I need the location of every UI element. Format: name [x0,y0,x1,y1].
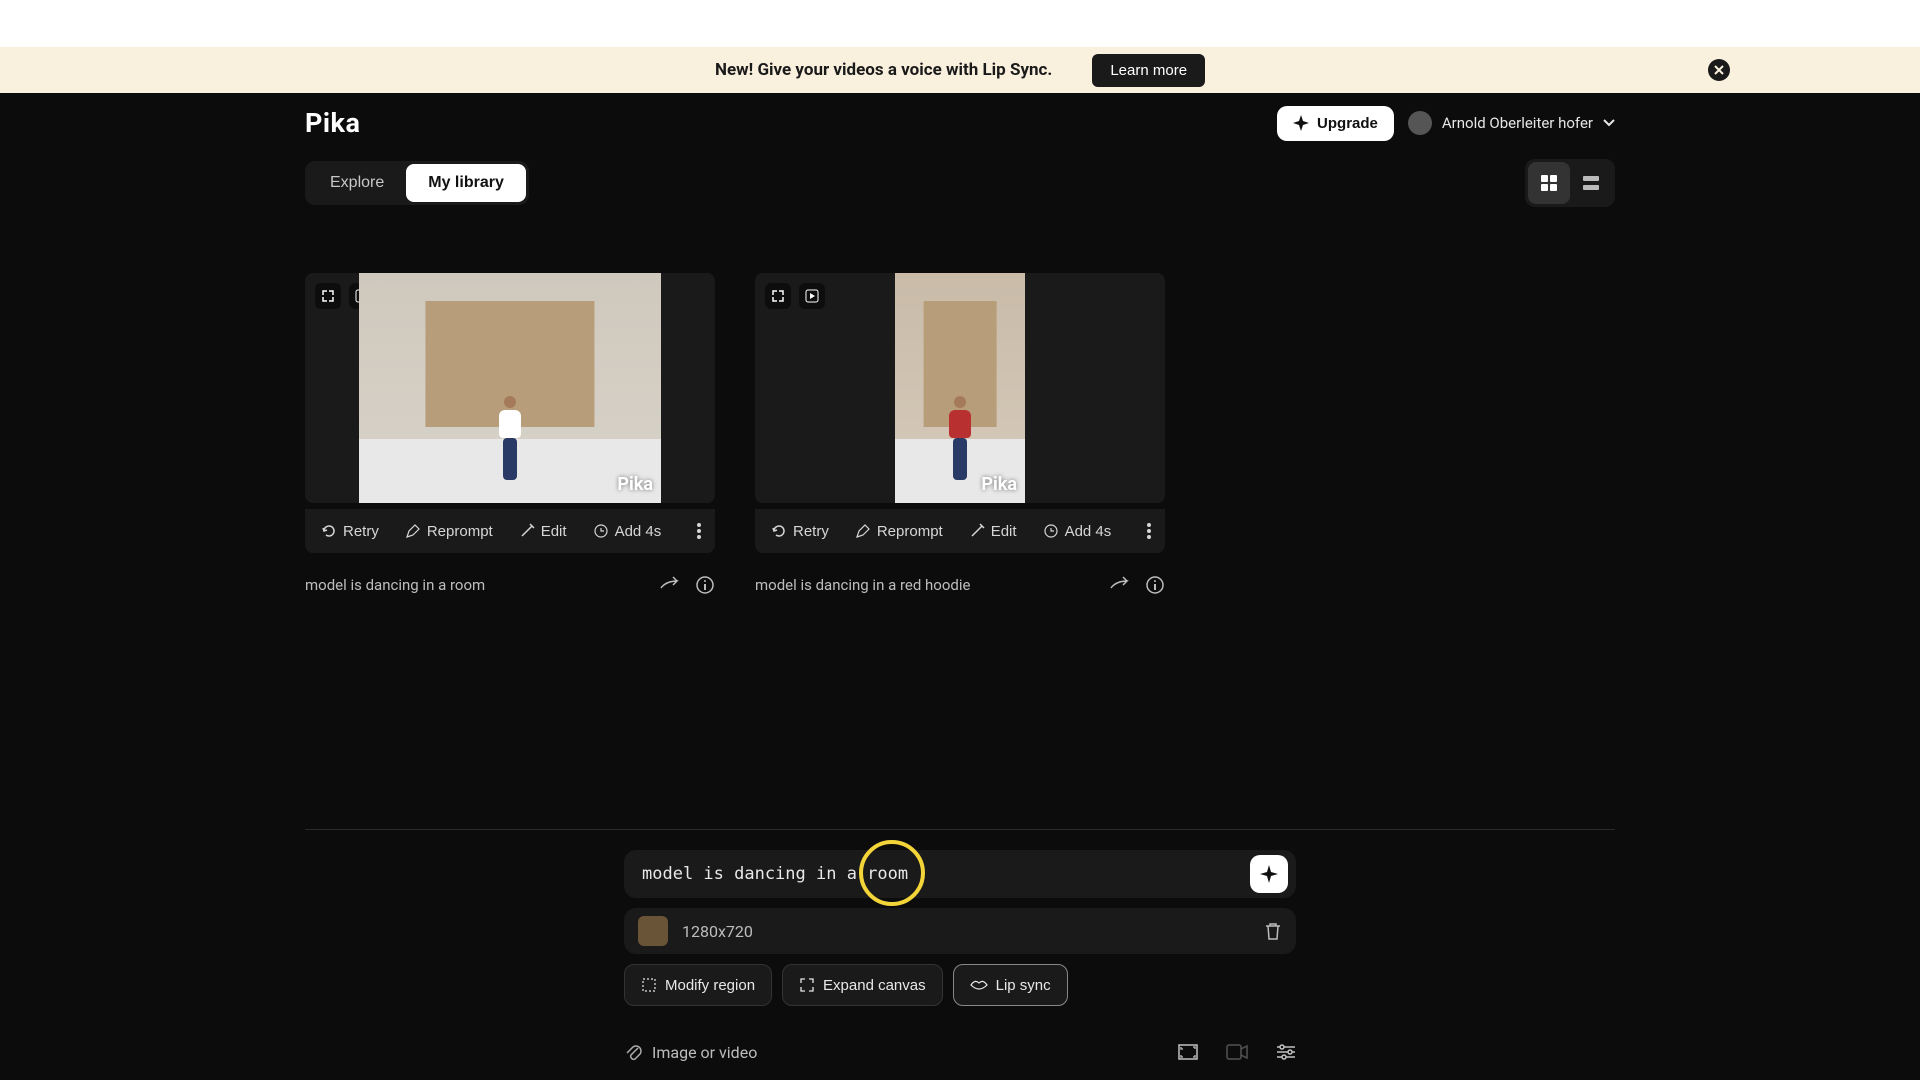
watermark: Pika [617,474,653,495]
watermark: Pika [981,474,1017,495]
prompt-row [624,850,1296,898]
retry-button[interactable]: Retry [759,515,841,548]
video-caption: model is dancing in a room [305,576,485,594]
expand-canvas-button[interactable]: Expand canvas [782,964,943,1006]
attachment-hint: Image or video [652,1043,757,1062]
avatar [1408,111,1432,135]
retry-icon [321,523,337,539]
expand-icon[interactable] [765,283,791,309]
prompt-input[interactable] [642,864,1250,884]
announcement-banner: New! Give your videos a voice with Lip S… [0,47,1920,93]
pencil-icon [405,523,421,539]
divider [305,829,1615,830]
settings-button[interactable] [1276,1043,1296,1061]
tab-my-library[interactable]: My library [406,164,526,202]
info-icon[interactable] [695,575,715,595]
video-caption: model is dancing in a red hoodie [755,576,970,594]
wand-icon [519,523,535,539]
info-icon[interactable] [1145,575,1165,595]
tab-explore[interactable]: Explore [308,164,406,202]
view-toggle [1525,159,1615,207]
edit-button[interactable]: Edit [957,515,1029,548]
username: Arnold Oberleiter hofer [1442,114,1593,132]
delete-reference-button[interactable] [1264,921,1282,941]
tools-row: Modify region Expand canvas Lip sync [624,964,1296,1006]
reference-row: 1280x720 [624,908,1296,954]
logo: Pika [305,107,360,139]
learn-more-button[interactable]: Learn more [1092,54,1205,87]
video-thumbnail[interactable]: Pika [305,273,715,503]
tab-switcher: Explore My library [305,161,529,205]
more-icon[interactable] [1137,515,1161,547]
chevron-down-icon [1603,119,1615,127]
list-view-button[interactable] [1570,162,1612,204]
add-4s-button[interactable]: Add 4s [1031,515,1124,548]
close-icon[interactable] [1708,59,1730,81]
camera-button[interactable] [1226,1044,1248,1060]
edit-button[interactable]: Edit [507,515,579,548]
clock-plus-icon [1043,523,1059,539]
share-icon[interactable] [659,575,679,595]
reprompt-button[interactable]: Reprompt [843,515,955,548]
list-icon [1582,174,1600,192]
grid-view-button[interactable] [1528,162,1570,204]
video-card: Pika Retry Reprompt [755,273,1165,595]
aspect-ratio-button[interactable] [1178,1044,1198,1060]
trash-icon [1264,921,1282,941]
submit-button[interactable] [1250,855,1288,893]
add-4s-button[interactable]: Add 4s [581,515,674,548]
retry-icon [771,523,787,539]
lips-icon [970,979,988,991]
share-icon[interactable] [1109,575,1129,595]
wand-icon [969,523,985,539]
grid-icon [1540,174,1558,192]
expand-icon[interactable] [315,283,341,309]
play-in-card-icon[interactable] [799,283,825,309]
reprompt-button[interactable]: Reprompt [393,515,505,548]
upgrade-button[interactable]: Upgrade [1277,106,1394,141]
lip-sync-button[interactable]: Lip sync [953,964,1068,1006]
crop-icon [641,977,657,993]
attachment-icon[interactable] [624,1042,642,1062]
retry-button[interactable]: Retry [309,515,391,548]
sparkle-icon [1260,865,1278,883]
profile-menu[interactable]: Arnold Oberleiter hofer [1408,111,1615,135]
video-card: Pika Retry Reprompt [305,273,715,595]
reference-thumbnail[interactable] [638,916,668,946]
clock-plus-icon [593,523,609,539]
expand-icon [799,977,815,993]
sparkle-icon [1293,115,1309,131]
pencil-icon [855,523,871,539]
reference-dimensions: 1280x720 [682,922,753,941]
banner-text: New! Give your videos a voice with Lip S… [715,60,1052,80]
modify-region-button[interactable]: Modify region [624,964,772,1006]
more-icon[interactable] [687,515,711,547]
video-thumbnail[interactable]: Pika [755,273,1165,503]
